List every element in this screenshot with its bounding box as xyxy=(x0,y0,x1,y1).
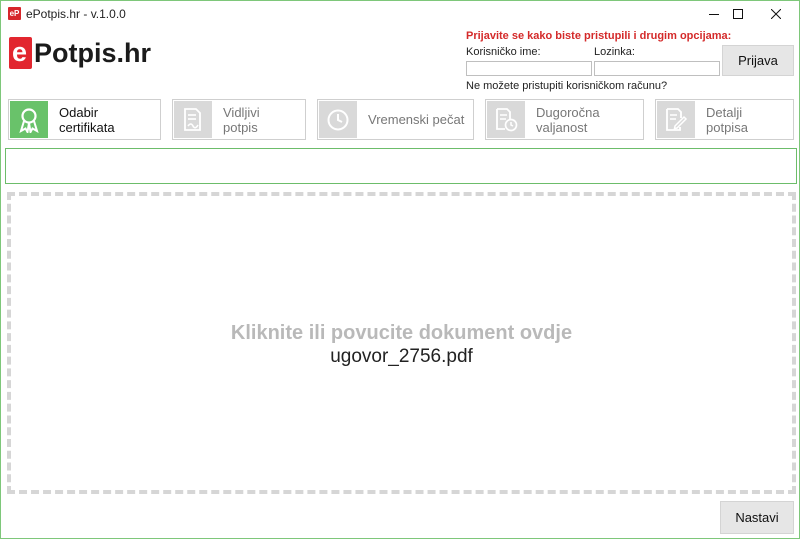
step-label: Vremenski pečat xyxy=(368,112,465,127)
password-input[interactable] xyxy=(594,61,720,76)
next-button[interactable]: Nastavi xyxy=(720,501,794,534)
step-icon-box xyxy=(319,101,357,138)
message-bar xyxy=(5,148,797,184)
logo-text: Potpis.hr xyxy=(34,38,152,68)
step-icon-box xyxy=(10,101,48,138)
document-dropzone[interactable]: Kliknite ili povucite dokument ovdje ugo… xyxy=(7,192,796,494)
close-icon xyxy=(771,9,781,19)
title-bar[interactable]: eP ePotpis.hr - v.1.0.0 xyxy=(1,1,799,27)
username-input[interactable] xyxy=(466,61,592,76)
document-edit-icon xyxy=(666,107,688,131)
step-icon-box xyxy=(174,101,212,138)
login-button[interactable]: Prijava xyxy=(722,45,794,76)
document-clock-icon xyxy=(496,107,518,131)
step-long-term-validity[interactable]: Dugoročna valjanost xyxy=(485,99,644,140)
forgot-account-link[interactable]: Ne možete pristupiti korisničkom računu? xyxy=(466,80,667,92)
step-certificate-selection[interactable]: Odabir certifikata xyxy=(8,99,161,140)
password-label: Lozinka: xyxy=(594,46,635,58)
username-label: Korisničko ime: xyxy=(466,46,541,58)
signed-document-icon xyxy=(184,107,201,131)
step-icon-box xyxy=(657,101,695,138)
close-button[interactable] xyxy=(753,1,799,27)
clock-icon xyxy=(327,109,349,130)
step-signature-details[interactable]: Detalji potpisa xyxy=(655,99,794,140)
logo-letter: e xyxy=(9,37,33,69)
app-logo: e Potpis.hr xyxy=(9,37,151,69)
certificate-icon xyxy=(19,107,39,133)
selected-filename: ugovor_2756.pdf xyxy=(330,346,473,367)
step-label: Detalji potpisa xyxy=(706,104,748,135)
app-icon: eP xyxy=(8,7,21,20)
step-timestamp[interactable]: Vremenski pečat xyxy=(317,99,474,140)
login-heading: Prijavite se kako biste pristupili i dru… xyxy=(466,30,732,42)
step-icon-box xyxy=(487,101,525,138)
window-title: ePotpis.hr - v.1.0.0 xyxy=(26,7,126,21)
step-visible-signature[interactable]: Vidljivi potpis xyxy=(172,99,306,140)
dropzone-instruction: Kliknite ili povucite dokument ovdje xyxy=(230,322,573,344)
app-window: eP ePotpis.hr - v.1.0.0 e Potpis.hr Prij… xyxy=(0,0,800,539)
maximize-icon xyxy=(733,9,743,19)
step-label: Dugoročna valjanost xyxy=(536,104,600,135)
step-label: Vidljivi potpis xyxy=(223,104,260,135)
step-label: Odabir certifikata xyxy=(59,104,115,135)
